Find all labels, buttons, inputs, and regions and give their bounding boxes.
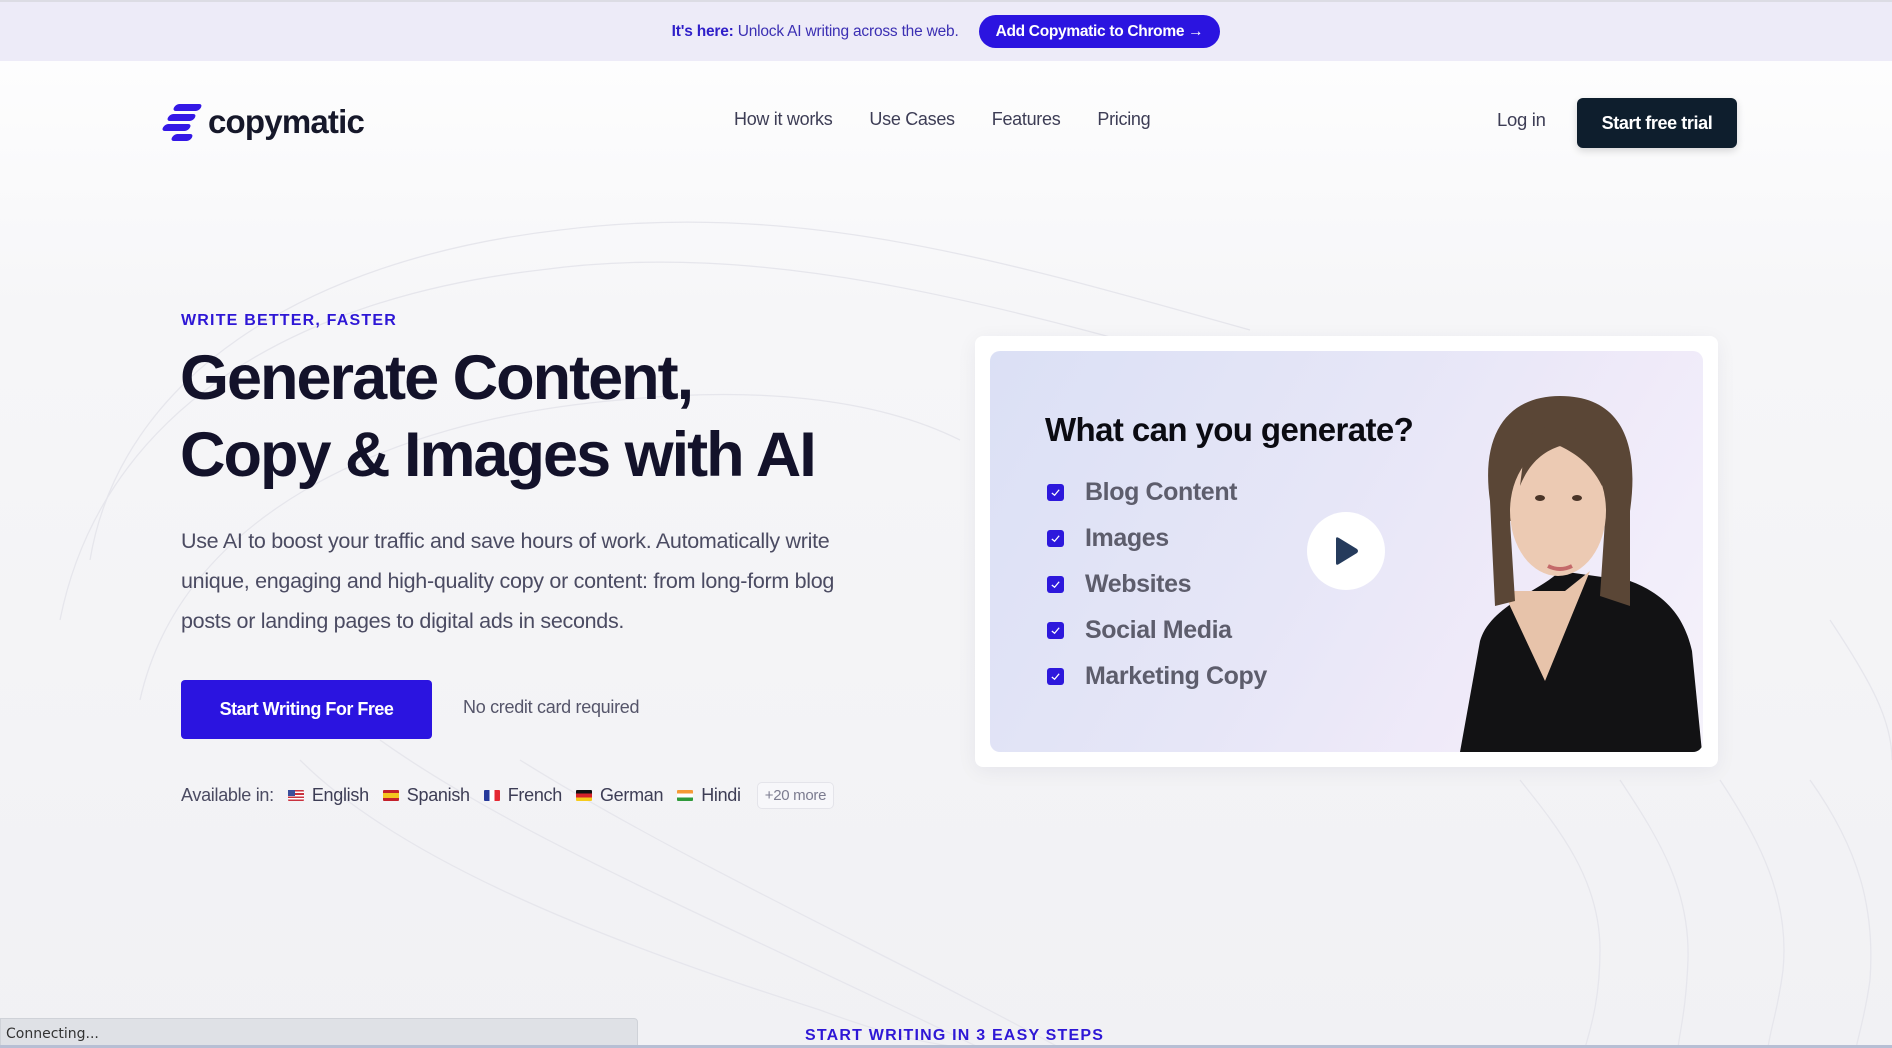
hero-eyebrow: WRITE BETTER, FASTER bbox=[181, 312, 397, 329]
language-french: French bbox=[483, 785, 562, 806]
language-english: English bbox=[287, 785, 369, 806]
checkbox-checked-icon bbox=[1047, 667, 1064, 685]
checkbox-checked-icon bbox=[1047, 621, 1064, 639]
checkbox-checked-icon bbox=[1047, 483, 1064, 501]
headline-line-1: Generate Content, bbox=[180, 343, 694, 413]
list-item: Marketing Copy bbox=[1047, 653, 1267, 699]
language-german: German bbox=[575, 785, 664, 806]
us-flag-icon bbox=[287, 790, 304, 801]
language-spanish: Spanish bbox=[382, 785, 470, 806]
play-icon bbox=[1336, 537, 1358, 565]
login-link[interactable]: Log in bbox=[1497, 109, 1546, 131]
generate-list: Blog Content Images Websites Social Medi… bbox=[1047, 469, 1267, 699]
languages-label: Available in: bbox=[181, 785, 274, 805]
steps-section-eyebrow: START WRITING IN 3 EASY STEPS bbox=[805, 1027, 1105, 1044]
play-button[interactable] bbox=[1307, 512, 1385, 590]
copymatic-logo-icon bbox=[161, 102, 203, 142]
de-flag-icon bbox=[575, 790, 592, 801]
main-nav: How it works Use Cases Features Pricing bbox=[734, 109, 1151, 130]
list-item: Websites bbox=[1047, 561, 1267, 607]
hero-description: Use AI to boost your traffic and save ho… bbox=[181, 529, 835, 633]
logo-text: copymatic bbox=[208, 103, 365, 140]
language-hindi: Hindi bbox=[677, 785, 741, 806]
es-flag-icon bbox=[382, 790, 399, 801]
headline-line-2: Copy & Images with AI bbox=[180, 420, 817, 490]
no-credit-card-note: No credit card required bbox=[463, 697, 640, 717]
list-item: Social Media bbox=[1047, 607, 1267, 653]
languages-row: Available in: English Spanish French Ger… bbox=[181, 782, 835, 809]
logo[interactable]: copymatic bbox=[161, 102, 365, 142]
video-card: What can you generate? Blog Content Imag… bbox=[975, 336, 1718, 767]
start-writing-button[interactable]: Start Writing For Free bbox=[181, 680, 432, 739]
hero-headline: Generate Content, Copy & Images with AI bbox=[180, 340, 940, 494]
presenter-image bbox=[1460, 396, 1702, 752]
announcement-banner: It's here: Unlock AI writing across the … bbox=[0, 0, 1892, 61]
checkbox-checked-icon bbox=[1047, 575, 1064, 593]
video-player[interactable]: What can you generate? Blog Content Imag… bbox=[990, 351, 1703, 752]
more-languages-badge[interactable]: +20 more bbox=[756, 782, 835, 809]
add-to-chrome-button[interactable]: Add Copymatic to Chrome → bbox=[978, 15, 1221, 48]
start-free-trial-button[interactable]: Start free trial bbox=[1577, 98, 1737, 148]
browser-status-bar: Connecting... bbox=[0, 1018, 638, 1046]
fr-flag-icon bbox=[483, 790, 500, 801]
in-flag-icon bbox=[677, 790, 694, 801]
checkbox-checked-icon bbox=[1047, 529, 1064, 547]
nav-how-it-works[interactable]: How it works bbox=[734, 109, 833, 130]
banner-text: It's here: Unlock AI writing across the … bbox=[671, 22, 959, 40]
nav-features[interactable]: Features bbox=[992, 109, 1061, 130]
list-item: Images bbox=[1047, 515, 1267, 561]
nav-use-cases[interactable]: Use Cases bbox=[869, 109, 955, 130]
list-item: Blog Content bbox=[1047, 469, 1267, 515]
nav-pricing[interactable]: Pricing bbox=[1097, 109, 1150, 130]
